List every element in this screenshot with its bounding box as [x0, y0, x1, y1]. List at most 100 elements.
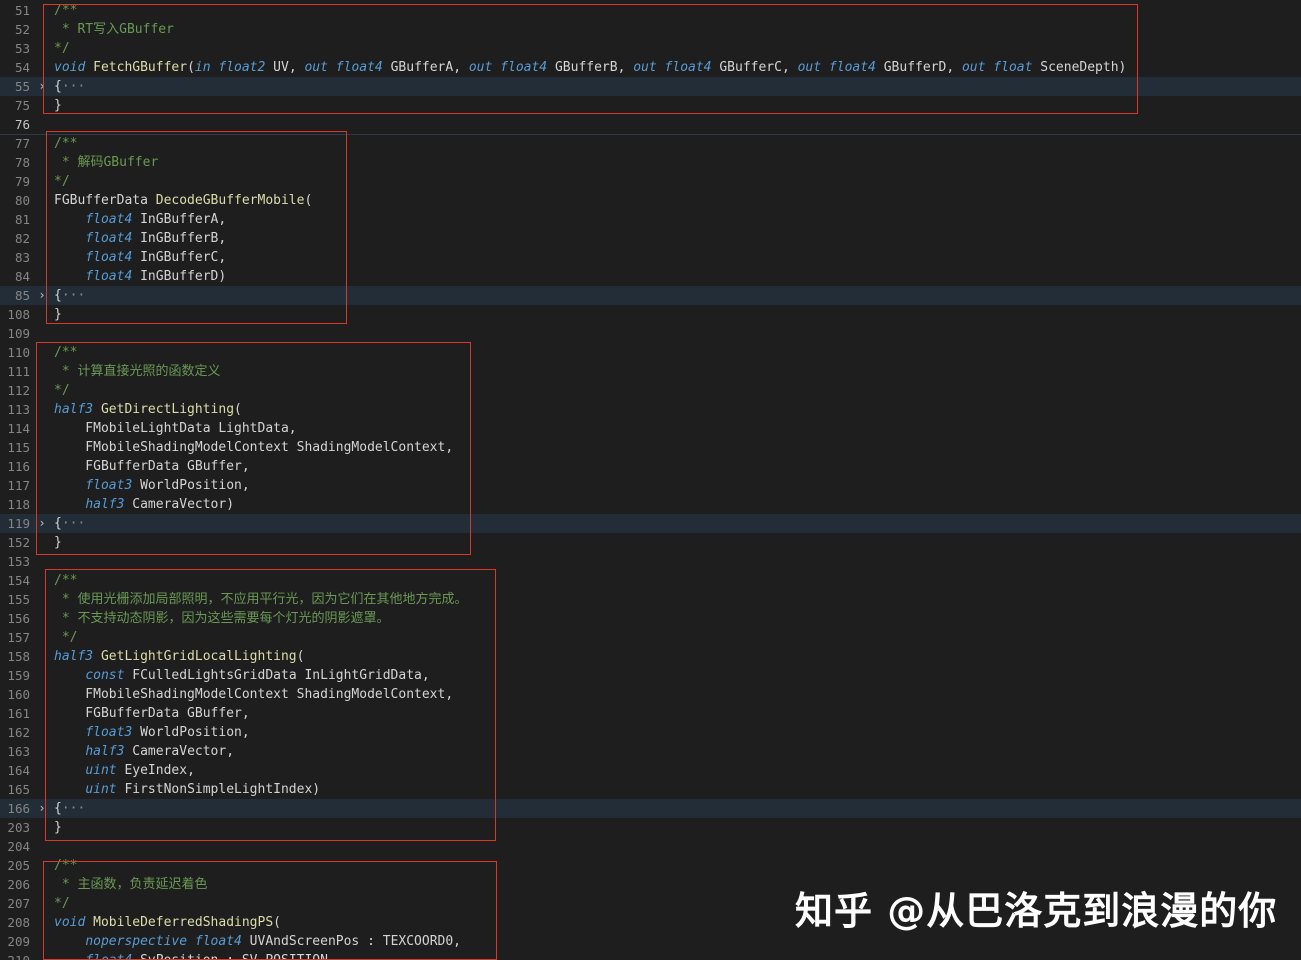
code-text: float3 WorldPosition,: [54, 476, 249, 495]
code-line[interactable]: 116 FGBufferData GBuffer,: [0, 457, 1301, 476]
code-line[interactable]: 115 FMobileShadingModelContext ShadingMo…: [0, 438, 1301, 457]
code-text: /**: [54, 343, 77, 362]
code-line[interactable]: 159 const FCulledLightsGridData InLightG…: [0, 666, 1301, 685]
code-line[interactable]: 156 * 不支持动态阴影，因为这些需要每个灯光的阴影遮罩。: [0, 609, 1301, 628]
code-line[interactable]: 84 float4 InGBufferD): [0, 267, 1301, 286]
code-line[interactable]: 112 */: [0, 381, 1301, 400]
code-line[interactable]: 119 › {···: [0, 514, 1301, 533]
code-line[interactable]: 155 * 使用光栅添加局部照明，不应用平行光，因为它们在其他地方完成。: [0, 590, 1301, 609]
code-token: float4: [664, 60, 712, 75]
chevron-right-icon[interactable]: ›: [37, 286, 47, 305]
code-text: * 计算直接光照的函数定义: [54, 362, 221, 381]
chevron-right-icon[interactable]: ›: [37, 77, 47, 96]
code-line[interactable]: 161 FGBufferData GBuffer,: [0, 704, 1301, 723]
line-number: 163: [7, 744, 30, 759]
chevron-right-icon[interactable]: ›: [37, 799, 47, 818]
code-line[interactable]: 53 */: [0, 39, 1301, 58]
line-number: 111: [7, 364, 30, 379]
folded-region-ellipsis[interactable]: ···: [62, 801, 85, 816]
code-token: /**: [54, 858, 78, 873]
code-line[interactable]: 52 * RT写入GBuffer: [0, 20, 1301, 39]
code-line[interactable]: 75}: [0, 96, 1301, 115]
code-line[interactable]: 114 FMobileLightData LightData,: [0, 419, 1301, 438]
line-number: 51: [14, 3, 30, 18]
line-number: 115: [7, 440, 30, 455]
folded-region-ellipsis[interactable]: ···: [62, 516, 85, 531]
code-line[interactable]: 110 /**: [0, 343, 1301, 362]
code-line[interactable]: 113 half3 GetDirectLighting(: [0, 400, 1301, 419]
code-line[interactable]: 166 › {···: [0, 799, 1301, 818]
code-token: out: [797, 60, 822, 75]
line-number: 82: [14, 231, 30, 246]
line-number: 54: [14, 60, 30, 75]
code-line[interactable]: 157 */: [0, 628, 1301, 647]
code-line[interactable]: 152}: [0, 533, 1301, 552]
code-line[interactable]: 111 * 计算直接光照的函数定义: [0, 362, 1301, 381]
code-token: out: [961, 60, 986, 75]
code-text: void FetchGBuffer(in float2 UV, out floa…: [54, 58, 1126, 77]
code-token: FGBufferData GBuffer,: [54, 459, 250, 474]
code-line[interactable]: 55 › {···: [0, 77, 1301, 96]
code-text: */: [54, 628, 78, 647]
folded-region-ellipsis[interactable]: ···: [62, 288, 85, 303]
code-line[interactable]: 205 /**: [0, 856, 1301, 875]
code-token: InGBufferD): [132, 269, 227, 284]
code-editor[interactable]: 51 /** 52 * RT写入GBuffer 53 */ 54 void FetchGBu…: [0, 0, 1301, 960]
code-line[interactable]: 204: [0, 837, 1301, 856]
code-line[interactable]: 54 void FetchGBuffer(in float2 UV, out fl…: [0, 58, 1301, 77]
code-line[interactable]: 77 /**: [0, 134, 1301, 153]
code-line[interactable]: 51 /**: [0, 1, 1301, 20]
line-number: 110: [7, 345, 30, 360]
code-text: uint EyeIndex,: [54, 761, 195, 780]
code-text: half3 CameraVector): [54, 495, 234, 514]
code-text: * 解码GBuffer: [54, 153, 158, 172]
code-line[interactable]: 118 half3 CameraVector): [0, 495, 1301, 514]
code-line[interactable]: 85 › {···: [0, 286, 1301, 305]
code-token: /**: [54, 3, 78, 18]
code-line[interactable]: 154 /**: [0, 571, 1301, 590]
code-line[interactable]: 203}: [0, 818, 1301, 837]
code-line[interactable]: 153: [0, 552, 1301, 571]
code-line[interactable]: 80 FGBufferData DecodeGBufferMobile(: [0, 191, 1301, 210]
code-line[interactable]: 79 */: [0, 172, 1301, 191]
code-line[interactable]: 83 float4 InGBufferC,: [0, 248, 1301, 267]
code-line[interactable]: 164 uint EyeIndex,: [0, 761, 1301, 780]
code-text: float4 InGBufferB,: [54, 229, 226, 248]
line-number: 166: [7, 801, 30, 816]
code-text: FMobileShadingModelContext ShadingModelC…: [54, 685, 453, 704]
code-text: /**: [54, 1, 77, 20]
code-token: */: [54, 896, 70, 911]
code-token: FGBufferData: [54, 193, 156, 208]
code-text: half3 CameraVector,: [54, 742, 234, 761]
code-text: FGBufferData GBuffer,: [54, 704, 249, 723]
code-token: out: [468, 60, 493, 75]
code-token: out: [633, 60, 657, 75]
code-line[interactable]: 76: [0, 115, 1301, 135]
code-token: FMobileShadingModelContext ShadingModelC…: [54, 440, 454, 455]
code-line[interactable]: 160 FMobileShadingModelContext ShadingMo…: [0, 685, 1301, 704]
code-token: uint: [85, 763, 117, 778]
code-line[interactable]: 81 float4 InGBufferA,: [0, 210, 1301, 229]
code-line[interactable]: 117 float3 WorldPosition,: [0, 476, 1301, 495]
code-line[interactable]: 162 float3 WorldPosition,: [0, 723, 1301, 742]
code-line[interactable]: 158 half3 GetLightGridLocalLighting(: [0, 647, 1301, 666]
code-line[interactable]: 82 float4 InGBufferB,: [0, 229, 1301, 248]
code-token: SceneDepth): [1032, 60, 1127, 75]
folded-region-ellipsis[interactable]: ···: [62, 79, 85, 94]
code-text: float4 SvPosition : SV_POSITION,: [54, 951, 335, 960]
code-line[interactable]: 109: [0, 324, 1301, 343]
code-token: uint: [85, 782, 117, 797]
code-line[interactable]: 165 uint FirstNonSimpleLightIndex): [0, 780, 1301, 799]
code-line[interactable]: 78 * 解码GBuffer: [0, 153, 1301, 172]
code-line[interactable]: 108}: [0, 305, 1301, 324]
code-line[interactable]: 163 half3 CameraVector,: [0, 742, 1301, 761]
code-line[interactable]: 210 float4 SvPosition : SV_POSITION,: [0, 951, 1301, 960]
code-text: half3 GetLightGridLocalLighting(: [54, 647, 304, 666]
line-number: 207: [7, 896, 30, 911]
chevron-right-icon[interactable]: ›: [37, 514, 47, 533]
code-text: * 主函数，负责延迟着色: [54, 875, 208, 894]
